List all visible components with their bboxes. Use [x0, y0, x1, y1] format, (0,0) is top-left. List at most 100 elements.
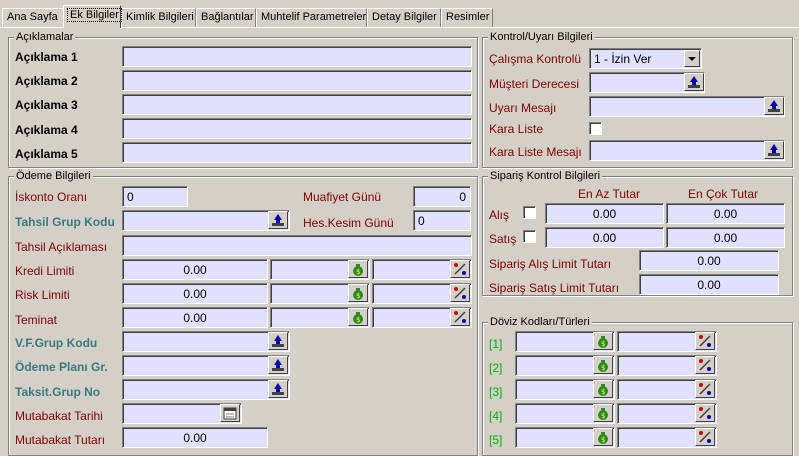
doviz-3-tur-button[interactable] [695, 380, 715, 398]
calisma-kontrolu-select[interactable]: 1 - İzin Ver [589, 48, 702, 69]
kredi-limiti-field[interactable]: 0.00 [122, 259, 268, 280]
alis-max-field[interactable]: 0.00 [666, 203, 785, 224]
uyari-mesaji-lookup-button[interactable] [764, 97, 784, 115]
siparis-alis-limit-label: Sipariş Alış Limit Tutarı [489, 257, 612, 271]
svg-text:$: $ [601, 436, 605, 444]
chevron-down-icon[interactable] [684, 50, 700, 67]
satis-min-field[interactable]: 0.00 [545, 227, 664, 248]
lookup-icon [768, 144, 780, 156]
musteri-derecesi-lookup-button[interactable] [684, 73, 704, 91]
aciklama-2-field[interactable] [122, 70, 472, 91]
tab-baglantilar[interactable]: Bağlantılar [196, 8, 256, 27]
risk-rate-button[interactable] [450, 284, 470, 302]
doviz-4-kod-button[interactable]: $ [593, 404, 613, 422]
lookup-icon [768, 100, 780, 112]
risk-limiti-field[interactable]: 0.00 [122, 283, 268, 304]
tab-label: Detay Bilgiler [372, 11, 437, 23]
hes-kesim-gunu-field[interactable]: 0 [413, 210, 471, 231]
tab-label: Ana Sayfa [7, 11, 58, 23]
odeme-plani-lookup-button[interactable] [268, 356, 288, 374]
kredi-rate-button[interactable] [450, 260, 470, 278]
tab-ana-sayfa[interactable]: Ana Sayfa [2, 8, 64, 27]
doviz-5-tur-button[interactable] [695, 428, 715, 446]
tahsil-grup-kodu-field[interactable] [122, 210, 290, 231]
kara-liste-mesaji-lookup-button[interactable] [764, 141, 784, 159]
money-bag-icon: $ [598, 360, 608, 372]
aciklama-4-field[interactable] [122, 118, 472, 139]
aciklama-1-label: Açıklama 1 [15, 50, 78, 64]
kontrol-legend: Kontrol/Uyarı Bilgileri [488, 31, 595, 43]
risk-limiti-label: Risk Limiti [15, 288, 70, 302]
calc-exchange-icon [699, 359, 711, 371]
svg-text:$: $ [601, 388, 605, 396]
tab-label: Kimlik Bilgileri [126, 11, 194, 23]
odeme-legend: Ödeme Bilgileri [14, 170, 93, 182]
money-bag-icon: $ [353, 264, 363, 276]
doviz-4-tur-button[interactable] [695, 404, 715, 422]
mutabakat-tarihi-calendar-button[interactable] [220, 404, 240, 422]
tab-kimlik-bilgileri[interactable]: Kimlik Bilgileri [121, 8, 196, 27]
uyari-mesaji-field[interactable] [589, 96, 785, 117]
tahsil-aciklamasi-field[interactable] [122, 235, 472, 256]
doviz-2-kod-button[interactable]: $ [593, 356, 613, 374]
tab-label: Resimler [446, 11, 490, 23]
vf-grup-kodu-label: V.F.Grup Kodu [15, 336, 98, 350]
svg-text:$: $ [356, 268, 360, 276]
tab-muhtelif-parametreler[interactable]: Muhtelif Parametreler [256, 8, 367, 27]
teminat-field[interactable]: 0.00 [122, 307, 268, 328]
doviz-5-kod-button[interactable]: $ [593, 428, 613, 446]
satis-checkbox[interactable] [523, 230, 536, 243]
kredi-limiti-label: Kredi Limiti [15, 264, 75, 278]
doviz-1-kod-button[interactable]: $ [593, 332, 613, 350]
teminat-rate-button[interactable] [450, 308, 470, 326]
doviz-row-5-label: [5] [489, 433, 503, 447]
odeme-plani-field[interactable] [122, 355, 290, 376]
aciklama-5-label: Açıklama 5 [15, 147, 78, 161]
siparis-alis-limit-field[interactable]: 0.00 [639, 250, 779, 271]
satis-max-field[interactable]: 0.00 [666, 227, 785, 248]
aciklama-4-label: Açıklama 4 [15, 123, 78, 137]
doviz-1-tur-button[interactable] [695, 332, 715, 350]
tab-resimler[interactable]: Resimler [441, 8, 493, 27]
kredi-currency-button[interactable]: $ [348, 260, 368, 278]
tab-ek-bilgiler[interactable]: Ek Bilgiler [63, 5, 122, 28]
vf-grup-kodu-field[interactable] [122, 331, 290, 352]
kara-liste-label: Kara Liste [489, 122, 544, 136]
doviz-2-tur-button[interactable] [695, 356, 715, 374]
aciklama-5-field[interactable] [122, 142, 472, 163]
doviz-legend: Döviz Kodları/Türleri [488, 316, 592, 328]
satis-label: Satış [489, 232, 517, 246]
teminat-label: Teminat [15, 313, 58, 327]
taksit-grup-no-field[interactable] [122, 379, 290, 400]
lookup-icon [688, 76, 700, 88]
svg-text:$: $ [601, 340, 605, 348]
siparis-satis-limit-field[interactable]: 0.00 [639, 274, 779, 295]
vf-grup-lookup-button[interactable] [268, 332, 288, 350]
en-cok-tutar-header: En Çok Tutar [688, 187, 759, 201]
muafiyet-gunu-field[interactable]: 0 [413, 186, 471, 207]
alis-checkbox[interactable] [523, 206, 536, 219]
money-bag-icon: $ [353, 312, 363, 324]
mutabakat-tutari-field[interactable]: 0.00 [122, 427, 268, 448]
tahsil-grup-lookup-button[interactable] [268, 211, 288, 229]
doviz-row-1-label: [1] [489, 337, 503, 351]
taksit-grup-lookup-button[interactable] [268, 380, 288, 398]
calisma-kontrolu-value: 1 - İzin Ver [594, 52, 652, 66]
risk-currency-button[interactable]: $ [348, 284, 368, 302]
tab-label: Bağlantılar [201, 11, 254, 23]
calc-exchange-icon [699, 431, 711, 443]
aciklama-3-field[interactable] [122, 94, 472, 115]
iskonto-orani-field[interactable]: 0 [122, 186, 188, 207]
money-bag-icon: $ [598, 432, 608, 444]
doviz-3-kod-button[interactable]: $ [593, 380, 613, 398]
svg-text:$: $ [356, 292, 360, 300]
teminat-currency-button[interactable]: $ [348, 308, 368, 326]
calc-exchange-icon [454, 287, 466, 299]
kara-liste-mesaji-field[interactable] [589, 140, 785, 161]
alis-min-field[interactable]: 0.00 [545, 203, 664, 224]
aciklama-1-field[interactable] [122, 46, 472, 67]
uyari-mesaji-label: Uyarı Mesajı [489, 101, 557, 115]
tab-detay-bilgiler[interactable]: Detay Bilgiler [367, 8, 441, 27]
money-bag-icon: $ [353, 288, 363, 300]
kara-liste-checkbox[interactable] [589, 122, 602, 135]
